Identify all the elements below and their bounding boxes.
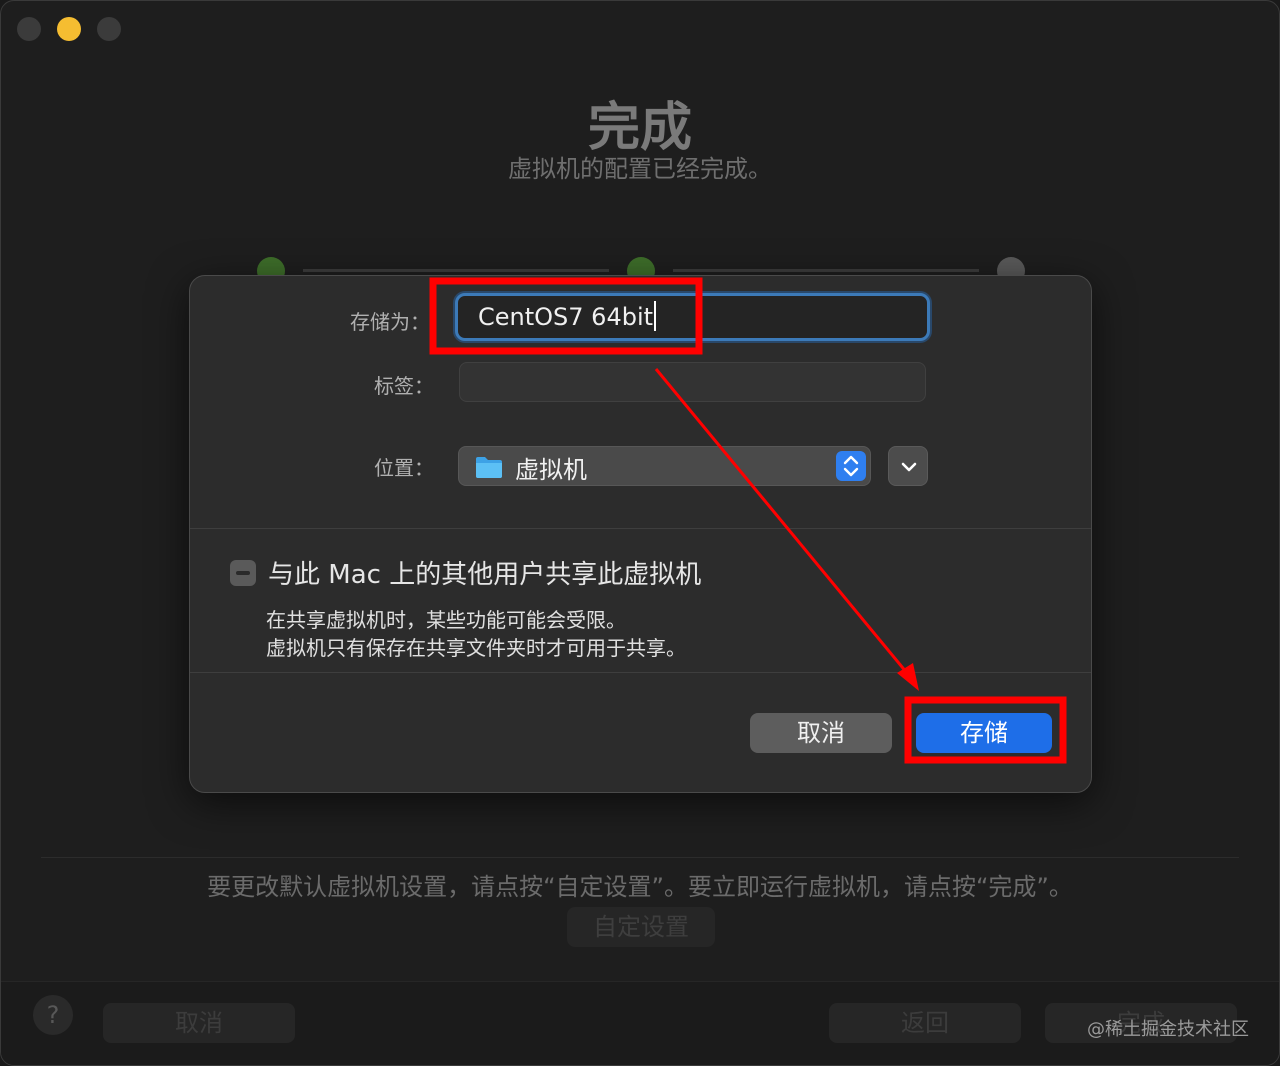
tags-input[interactable] bbox=[459, 362, 926, 402]
window-controls bbox=[17, 17, 121, 41]
save-dialog: 存储为： CentOS7 64bit 标签： 位置： 虚拟机 与此 Mac 上的… bbox=[189, 275, 1092, 793]
share-note: 虚拟机只有保存在共享文件夹时才可用于共享。 bbox=[266, 636, 686, 660]
location-value: 虚拟机 bbox=[515, 456, 587, 484]
help-button[interactable]: ? bbox=[33, 995, 73, 1035]
expand-browser-button[interactable] bbox=[888, 446, 928, 486]
divider bbox=[190, 672, 1091, 673]
divider bbox=[41, 857, 1239, 858]
footer-back-button[interactable]: 返回 bbox=[829, 1003, 1021, 1043]
save-as-value: CentOS7 64bit bbox=[478, 303, 654, 331]
setup-hint: 要更改默认虚拟机设置，请点按“自定设置”。要立即运行虚拟机，请点按“完成”。 bbox=[207, 873, 1073, 901]
progress-track bbox=[303, 269, 609, 272]
zoom-window-icon[interactable] bbox=[97, 17, 121, 41]
cancel-button[interactable]: 取消 bbox=[750, 713, 892, 753]
customize-settings-button[interactable]: 自定设置 bbox=[567, 907, 715, 947]
stepper-icon bbox=[836, 451, 866, 481]
page-subtitle: 虚拟机的配置已经完成。 bbox=[508, 155, 772, 183]
save-as-input[interactable]: CentOS7 64bit bbox=[455, 293, 930, 341]
footer-cancel-button[interactable]: 取消 bbox=[103, 1003, 295, 1043]
share-note: 在共享虚拟机时，某些功能可能会受限。 bbox=[266, 608, 626, 632]
minimize-window-icon[interactable] bbox=[57, 17, 81, 41]
tags-label: 标签： bbox=[374, 374, 434, 398]
folder-icon bbox=[476, 457, 502, 478]
chevron-down-icon bbox=[901, 462, 917, 472]
vm-setup-window: 完成 虚拟机的配置已经完成。 要更改默认虚拟机设置，请点按“自定设置”。要立即运… bbox=[0, 0, 1280, 1066]
location-label: 位置： bbox=[374, 456, 434, 480]
location-select[interactable]: 虚拟机 bbox=[458, 446, 871, 486]
text-caret bbox=[654, 301, 657, 331]
save-button[interactable]: 存储 bbox=[916, 713, 1052, 753]
watermark: @稀土掘金技术社区 bbox=[1087, 1019, 1249, 1040]
progress-track bbox=[673, 269, 979, 272]
divider bbox=[190, 528, 1091, 529]
save-as-label: 存储为： bbox=[350, 310, 430, 334]
close-window-icon[interactable] bbox=[17, 17, 41, 41]
share-checkbox[interactable] bbox=[230, 560, 256, 586]
share-label: 与此 Mac 上的其他用户共享此虚拟机 bbox=[268, 560, 702, 590]
